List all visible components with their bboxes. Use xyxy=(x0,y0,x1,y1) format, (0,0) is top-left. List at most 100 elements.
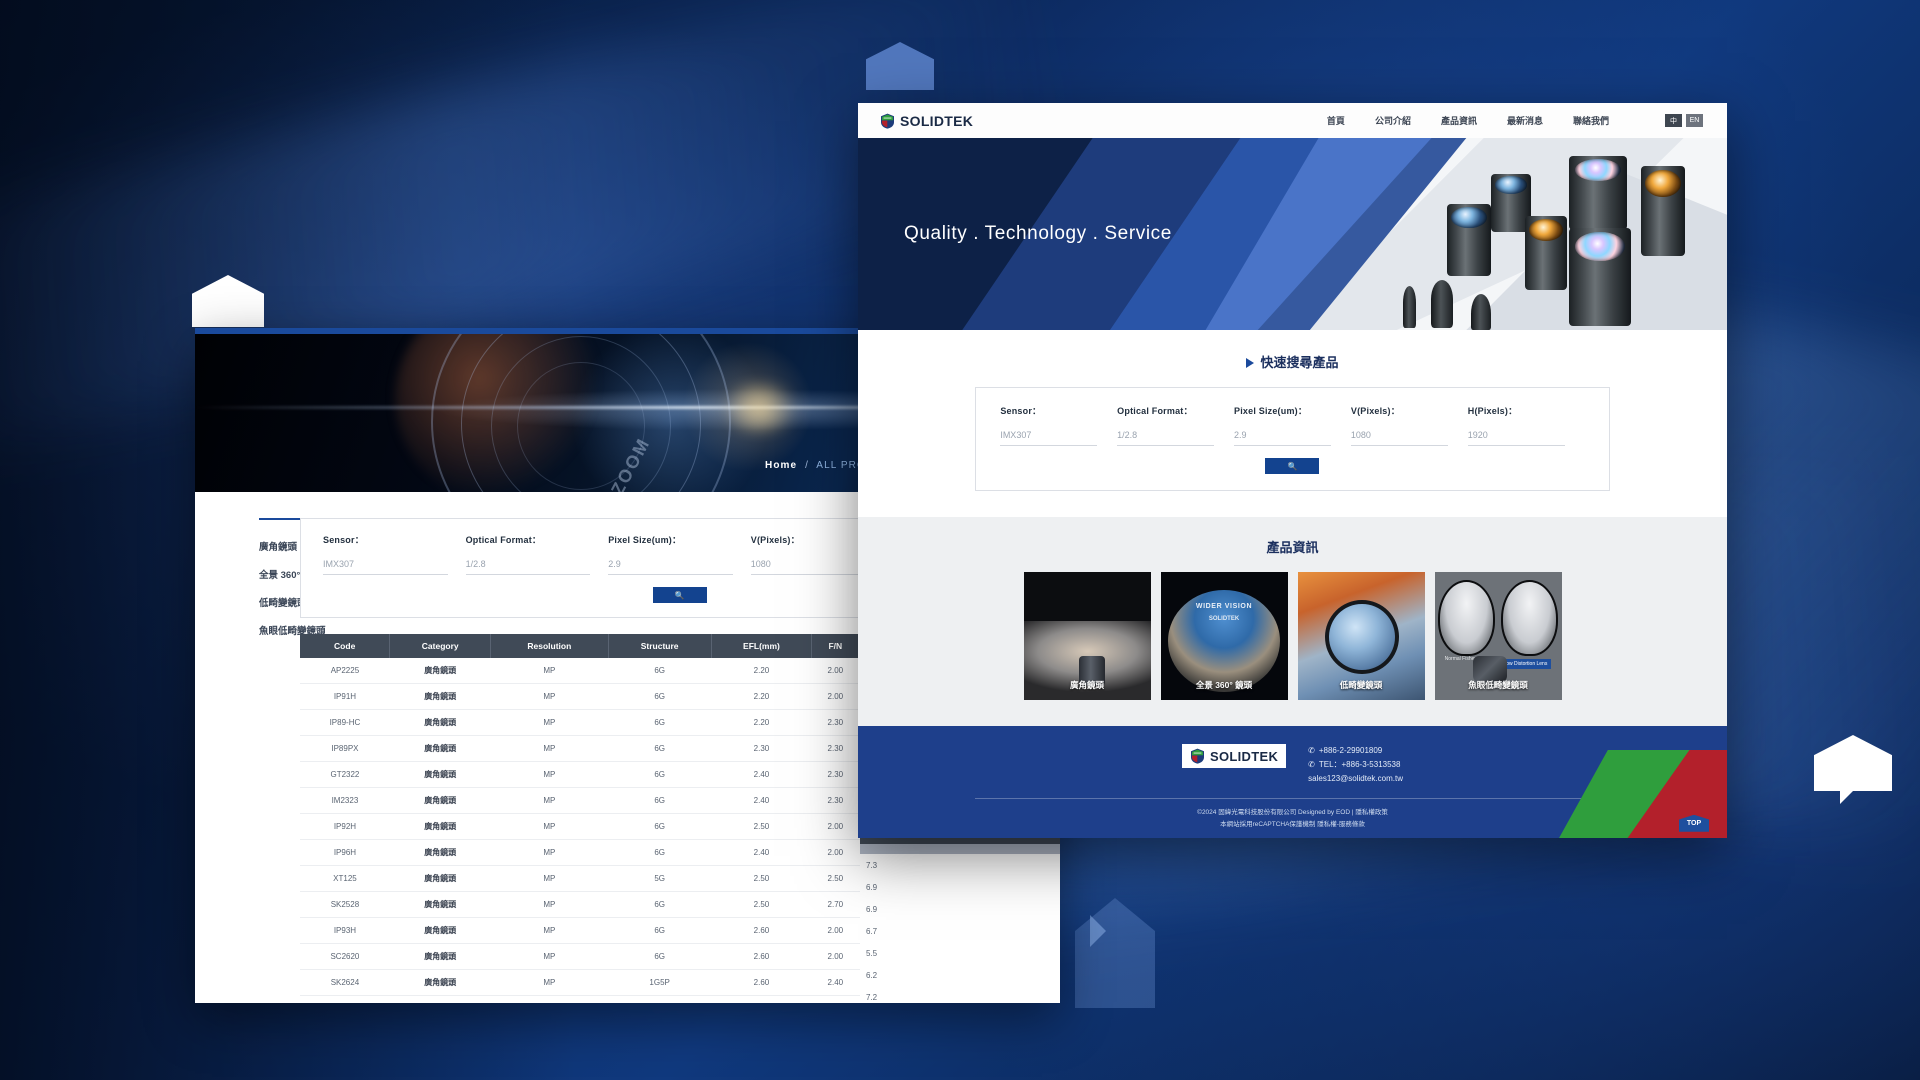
search-button[interactable]: 🔍 xyxy=(652,587,707,603)
table-cell: IP89-HC xyxy=(300,709,390,736)
table-cell: 廣角鏡頭 xyxy=(389,839,491,866)
product-card-caption: 魚眼低畸變鏡頭 xyxy=(1468,680,1528,690)
search-field-label: H(Pixels)： xyxy=(1467,406,1518,416)
triangle-right-icon xyxy=(1246,358,1255,368)
peek-column-value: 6.7 xyxy=(866,926,878,936)
search-field-label: V(Pixels)： xyxy=(750,535,800,545)
nav-link-2[interactable]: 公司介紹 xyxy=(1375,114,1411,127)
search-input[interactable] xyxy=(1000,430,1098,446)
nav-link-4[interactable]: 最新消息 xyxy=(1507,114,1543,127)
peek-column-value: 7.2 xyxy=(866,992,878,1002)
sidebar-item-4[interactable]: 魚眼低畸變鏡頭 xyxy=(259,616,326,644)
phone-icon: ✆ xyxy=(1308,746,1315,755)
search-field: H(Pixels)： xyxy=(1467,404,1585,446)
footer-logo[interactable]: SOLIDTEK xyxy=(1182,744,1287,768)
table-cell: 廣角鏡頭 xyxy=(389,787,491,814)
search-button[interactable]: 🔍 xyxy=(1265,458,1320,474)
table-cell: 2.20 xyxy=(711,658,812,684)
table-cell: AP2225 xyxy=(300,658,390,684)
search-icon: 🔍 xyxy=(674,590,685,600)
table-cell: 2.00 xyxy=(811,683,859,710)
table-cell: MP xyxy=(490,839,609,866)
search-input[interactable] xyxy=(1467,430,1565,446)
table-cell: MP xyxy=(490,735,609,762)
sidebar-item-2[interactable]: 全景 360° 鏡頭 xyxy=(259,560,322,588)
search-field-label: Pixel Size(um)： xyxy=(1234,406,1308,416)
language-button-EN[interactable]: EN xyxy=(1686,114,1703,127)
lens-image xyxy=(1525,216,1567,290)
search-field: Pixel Size(um)： xyxy=(608,533,751,575)
search-field-label: Pixel Size(um)： xyxy=(608,535,682,545)
search-field: Pixel Size(um)： xyxy=(1234,404,1351,446)
homepage-window[interactable]: SOLIDTEK 首頁 公司介紹 產品資訊 最新消息 聯絡我們 中 EN Qua… xyxy=(858,103,1727,838)
search-field: V(Pixels)： xyxy=(1350,404,1468,446)
product-card-wide-angle[interactable]: 廣角鏡頭 xyxy=(1023,572,1151,700)
product-card-fisheye-low-distortion[interactable]: Normal Fisheye Lens Low Distortion Lens … xyxy=(1434,572,1562,700)
sidebar-item-1[interactable]: 廣角鏡頭 xyxy=(259,532,300,560)
table-cell: 廣角鏡頭 xyxy=(389,943,491,970)
search-input[interactable] xyxy=(608,559,733,575)
search-input[interactable] xyxy=(323,559,448,575)
search-input[interactable] xyxy=(465,559,591,575)
lens-image xyxy=(1471,294,1491,330)
peek-column-value: 6.2 xyxy=(866,970,878,980)
nav-link-5[interactable]: 聯絡我們 xyxy=(1573,114,1609,127)
table-cell: MP xyxy=(490,995,609,1003)
footer-contact-info: ✆ +886-2-29901809 ✆ TEL：+886-3-5313538 sales… xyxy=(1308,744,1403,786)
breadcrumb-home-link[interactable]: Home xyxy=(765,460,797,471)
table-cell: IP92H xyxy=(300,813,390,840)
table-cell: 2.20 xyxy=(711,709,812,736)
quick-search-form: Sensor： Optical Format： Pixel Size(um)： V(P… xyxy=(975,387,1610,491)
table-cell: 廣角鏡頭 xyxy=(389,891,491,918)
footer-logo-text: SOLIDTEK xyxy=(1210,748,1279,764)
card-image-overlay xyxy=(1023,572,1151,621)
table-cell: 2.40 xyxy=(711,787,812,814)
search-field-label: Optical Format： xyxy=(1117,406,1193,416)
card-overlay-title: WIDER VISION xyxy=(1195,602,1253,610)
search-field-label: Optical Format： xyxy=(465,535,542,545)
table-cell: MP xyxy=(490,709,609,736)
sidebar-item-3[interactable]: 低畸變鏡頭 xyxy=(259,588,307,616)
product-card-caption: 廣角鏡頭 xyxy=(1069,680,1104,690)
footer-contact-text: TEL：+886-3-5313538 xyxy=(1318,760,1401,769)
table-cell: 6G xyxy=(608,709,712,736)
table-cell: IP91H xyxy=(300,683,390,710)
decorative-arrow-shape xyxy=(1840,760,1862,804)
table-cell: MP xyxy=(490,761,609,788)
product-card-low-distortion[interactable]: 低畸變鏡頭 xyxy=(1297,572,1425,700)
table-cell: 廣角鏡頭 xyxy=(389,658,491,684)
table-cell: 7G xyxy=(608,995,712,1003)
product-card-panoramic-360[interactable]: WIDER VISION SOLIDTEK 全景 360° 鏡頭 xyxy=(1160,572,1288,700)
lens-image xyxy=(1569,228,1631,326)
nav-link-1[interactable]: 首頁 xyxy=(1327,114,1345,127)
table-cell: 2.00 xyxy=(811,658,859,684)
product-card-grid: 廣角鏡頭 WIDER VISION SOLIDTEK 全景 360° 鏡頭 低畸… xyxy=(858,572,1727,700)
table-cell: 2.20 xyxy=(711,683,812,710)
search-input[interactable] xyxy=(1350,430,1448,446)
table-column-header: Category xyxy=(389,634,492,658)
search-input[interactable] xyxy=(750,559,876,575)
table-cell: 2.50 xyxy=(711,813,812,840)
search-field: Optical Format： xyxy=(1117,404,1234,446)
table-cell: 廣角鏡頭 xyxy=(389,969,491,996)
table-column-header: F/N xyxy=(811,634,860,658)
peek-column-values: 7.36.96.96.75.56.27.27.6 xyxy=(860,854,1060,1003)
table-cell: 廣角鏡頭 xyxy=(389,761,491,788)
nav-link-3[interactable]: 產品資訊 xyxy=(1441,114,1477,127)
footer-contact-text: +886-2-29901809 xyxy=(1318,746,1383,755)
footer-contact-text: sales123@solidtek.com.tw xyxy=(1308,774,1403,783)
search-button-row: 🔍 xyxy=(1000,458,1584,474)
table-cell: SK2528 xyxy=(300,891,390,918)
table-cell: 2.00 xyxy=(811,813,859,840)
search-input[interactable] xyxy=(1234,430,1331,446)
table-cell: 廣角鏡頭 xyxy=(389,813,491,840)
footer-contact-line: sales123@solidtek.com.tw xyxy=(1308,772,1403,786)
table-cell: 廣角鏡頭 xyxy=(389,865,491,892)
table-cell: 6G xyxy=(608,917,712,944)
language-button-中[interactable]: 中 xyxy=(1665,114,1682,127)
quick-search-section: 快速搜尋產品 Sensor： Optical Format： Pixel Size(… xyxy=(858,330,1727,517)
site-logo[interactable]: SOLIDTEK xyxy=(880,113,973,129)
search-input[interactable] xyxy=(1117,430,1215,446)
peek-column-value: 7.3 xyxy=(866,860,878,870)
peek-column-value: 6.9 xyxy=(866,904,878,914)
